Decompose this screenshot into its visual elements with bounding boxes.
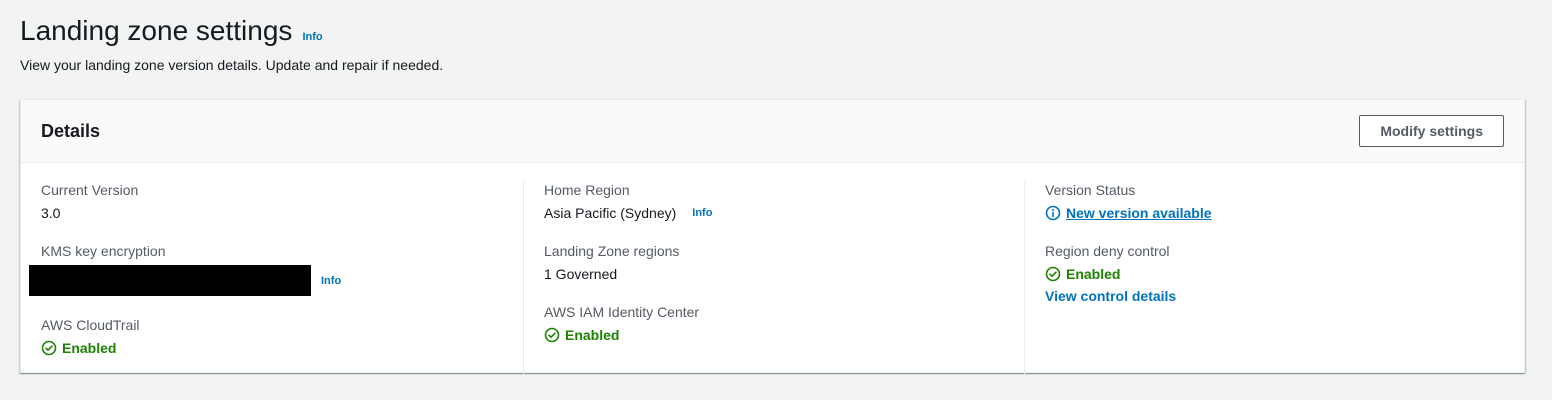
kms-key-encryption: KMS key encryption Info (29, 242, 503, 296)
details-title: Details (41, 120, 101, 141)
page-header: Landing zone settings Info View your lan… (20, 14, 443, 74)
details-column-3: Version Status New version available Reg… (1025, 181, 1525, 377)
title-row: Landing zone settings Info (20, 14, 443, 48)
cloudtrail-label: AWS CloudTrail (41, 317, 140, 333)
lz-regions-value: 1 Governed (544, 266, 618, 282)
lz-regions-label: Landing Zone regions (544, 243, 680, 259)
check-circle-icon (41, 340, 57, 356)
cloudtrail-status: Enabled (41, 339, 503, 357)
cloudtrail-status-text: Enabled (62, 340, 117, 356)
details-body: Current Version 3.0 KMS key encryption I… (21, 163, 1524, 377)
check-circle-icon (1045, 266, 1061, 282)
iam-status: Enabled (544, 326, 1004, 344)
new-version-available-link[interactable]: New version available (1066, 204, 1212, 222)
page-description: View your landing zone version details. … (20, 57, 444, 73)
iam-identity-center: AWS IAM Identity Center Enabled (544, 303, 1004, 344)
details-column-2: Home Region Asia Pacific (Sydney) Info L… (524, 181, 1025, 377)
redacted-kms-key-value (29, 265, 311, 296)
current-version-label: Current Version (41, 182, 139, 198)
version-status: Version Status New version available (1045, 181, 1505, 222)
home-region-label: Home Region (544, 182, 630, 198)
kms-key-label: KMS key encryption (41, 243, 166, 259)
landing-zone-regions: Landing Zone regions 1 Governed (544, 242, 1004, 283)
version-status-row: New version available (1045, 204, 1505, 222)
region-deny-control: Region deny control Enabled View control… (1045, 242, 1505, 305)
page-title: Landing zone settings (20, 15, 293, 46)
current-version-value: 3.0 (41, 205, 61, 221)
current-version: Current Version 3.0 (41, 181, 503, 222)
home-region-row: Asia Pacific (Sydney) Info (544, 204, 1004, 222)
region-deny-status: Enabled (1045, 265, 1505, 283)
iam-label: AWS IAM Identity Center (544, 304, 700, 320)
home-region-value: Asia Pacific (Sydney) (544, 205, 677, 221)
page-info-link[interactable]: Info (302, 31, 322, 43)
version-status-label: Version Status (1045, 182, 1136, 198)
view-control-details-link[interactable]: View control details (1045, 287, 1505, 305)
info-circle-icon (1045, 205, 1061, 221)
check-circle-icon (544, 327, 560, 343)
iam-status-text: Enabled (565, 327, 620, 343)
home-region-info-link[interactable]: Info (692, 204, 712, 222)
details-card: Details Modify settings Current Version … (20, 99, 1525, 377)
region-deny-status-text: Enabled (1066, 266, 1121, 282)
region-deny-label: Region deny control (1045, 243, 1170, 259)
kms-key-row: Info (29, 265, 503, 296)
home-region: Home Region Asia Pacific (Sydney) Info (544, 181, 1004, 222)
details-card-header: Details Modify settings (21, 100, 1524, 163)
details-column-1: Current Version 3.0 KMS key encryption I… (21, 181, 524, 377)
aws-cloudtrail: AWS CloudTrail Enabled (41, 316, 503, 357)
kms-info-link[interactable]: Info (321, 275, 341, 287)
modify-settings-button[interactable]: Modify settings (1359, 115, 1504, 147)
